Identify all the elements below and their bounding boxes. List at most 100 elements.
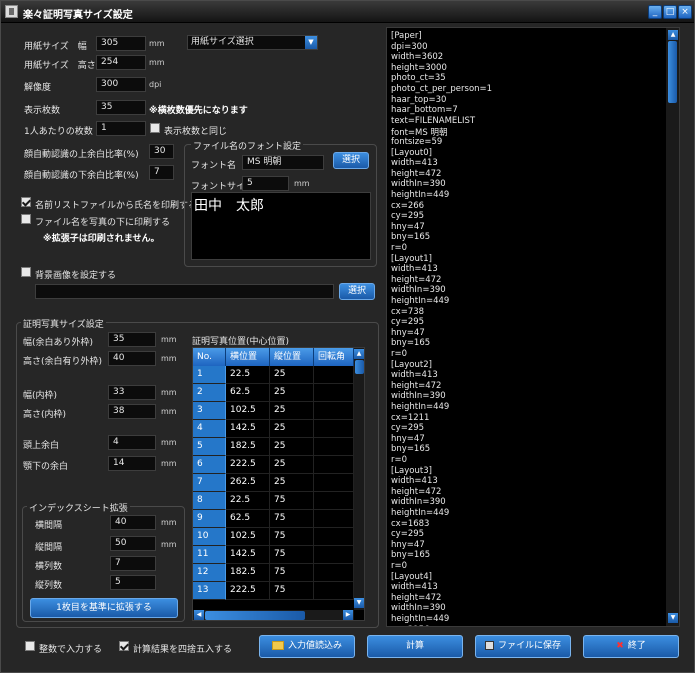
font-size-input[interactable]: 5 <box>242 176 289 191</box>
col-header-rotation[interactable]: 回転角 <box>314 348 354 366</box>
h-spacing-input[interactable]: 40 <box>110 515 156 530</box>
row-number-cell[interactable]: 13 <box>193 582 226 600</box>
textarea-vscroll-thumb[interactable] <box>668 41 677 103</box>
load-input-button[interactable]: 入力値読込み <box>259 635 355 658</box>
row-number-cell[interactable]: 9 <box>193 510 226 528</box>
x-position-cell[interactable]: 262.5 <box>226 474 270 492</box>
table-row[interactable]: 5 182.5 25 <box>193 438 354 456</box>
x-position-cell[interactable]: 62.5 <box>226 510 270 528</box>
y-position-cell[interactable]: 25 <box>270 438 314 456</box>
table-row[interactable]: 1 22.5 25 <box>193 366 354 384</box>
table-hscroll-thumb[interactable] <box>205 611 305 620</box>
col-header-x[interactable]: 横位置 <box>226 348 270 366</box>
face-bottom-input[interactable]: 7 <box>149 165 174 180</box>
table-row[interactable]: 8 22.5 75 <box>193 492 354 510</box>
minimize-button[interactable]: _ <box>648 5 662 19</box>
paper-size-select[interactable]: 用紙サイズ選択 ▼ <box>187 35 318 50</box>
x-position-cell[interactable]: 102.5 <box>226 528 270 546</box>
x-position-cell[interactable]: 22.5 <box>226 366 270 384</box>
head-margin-input[interactable]: 4 <box>108 435 156 450</box>
table-row[interactable]: 9 62.5 75 <box>193 510 354 528</box>
row-number-cell[interactable]: 1 <box>193 366 226 384</box>
y-position-cell[interactable]: 75 <box>270 564 314 582</box>
row-number-cell[interactable]: 6 <box>193 456 226 474</box>
col-header-no[interactable]: No. <box>193 348 226 366</box>
per-person-input[interactable]: 1 <box>96 121 146 136</box>
v-spacing-input[interactable]: 50 <box>110 536 156 551</box>
x-position-cell[interactable]: 142.5 <box>226 420 270 438</box>
rotation-cell[interactable] <box>314 528 354 546</box>
exit-button[interactable]: ✖ 終了 <box>583 635 679 658</box>
table-hscrollbar[interactable]: ◀ ▶ <box>193 610 354 620</box>
x-position-cell[interactable]: 182.5 <box>226 438 270 456</box>
y-position-cell[interactable]: 25 <box>270 456 314 474</box>
y-position-cell[interactable]: 75 <box>270 528 314 546</box>
face-top-input[interactable]: 30 <box>149 144 174 159</box>
print-filename-checkbox[interactable] <box>21 214 31 224</box>
chevron-down-icon[interactable]: ▼ <box>305 36 317 49</box>
rotation-cell[interactable] <box>314 384 354 402</box>
paper-width-input[interactable]: 305 <box>96 36 146 51</box>
rotation-cell[interactable] <box>314 510 354 528</box>
maximize-button[interactable]: □ <box>663 5 677 19</box>
row-number-cell[interactable]: 12 <box>193 564 226 582</box>
bg-image-checkbox[interactable] <box>21 267 31 277</box>
paper-height-input[interactable]: 254 <box>96 55 146 70</box>
table-row[interactable]: 13 222.5 75 <box>193 582 354 600</box>
scroll-up-icon[interactable]: ▲ <box>354 349 364 359</box>
rotation-cell[interactable] <box>314 564 354 582</box>
rotation-cell[interactable] <box>314 492 354 510</box>
cols-input[interactable]: 7 <box>110 556 156 571</box>
font-select-button[interactable]: 選択 <box>333 152 369 169</box>
row-number-cell[interactable]: 4 <box>193 420 226 438</box>
rotation-cell[interactable] <box>314 582 354 600</box>
bg-image-path-input[interactable] <box>35 284 334 299</box>
col-header-y[interactable]: 縦位置 <box>270 348 314 366</box>
round-checkbox[interactable] <box>119 641 129 651</box>
table-row[interactable]: 3 102.5 25 <box>193 402 354 420</box>
title-bar[interactable]: 楽々証明写真サイズ設定 _ □ × <box>1 1 694 23</box>
chin-margin-input[interactable]: 14 <box>108 456 156 471</box>
scroll-left-icon[interactable]: ◀ <box>194 610 204 620</box>
x-position-cell[interactable]: 182.5 <box>226 564 270 582</box>
table-row[interactable]: 11 142.5 75 <box>193 546 354 564</box>
y-position-cell[interactable]: 25 <box>270 366 314 384</box>
table-vscrollbar[interactable]: ▲ ▼ <box>354 348 364 610</box>
table-row[interactable]: 4 142.5 25 <box>193 420 354 438</box>
table-row[interactable]: 6 222.5 25 <box>193 456 354 474</box>
textarea-vscrollbar[interactable]: ▲ ▼ <box>666 28 679 626</box>
row-number-cell[interactable]: 2 <box>193 384 226 402</box>
position-table[interactable]: No. 横位置 縦位置 回転角 1 22.5 25 2 62.5 25 3 102.5 25 4 1… <box>192 347 365 621</box>
table-row[interactable]: 10 102.5 75 <box>193 528 354 546</box>
dpi-input[interactable]: 300 <box>96 77 146 92</box>
table-vscroll-thumb[interactable] <box>355 360 364 374</box>
row-number-cell[interactable]: 3 <box>193 402 226 420</box>
row-number-cell[interactable]: 8 <box>193 492 226 510</box>
outer-width-input[interactable]: 35 <box>108 332 156 347</box>
x-position-cell[interactable]: 62.5 <box>226 384 270 402</box>
rotation-cell[interactable] <box>314 438 354 456</box>
y-position-cell[interactable]: 25 <box>270 402 314 420</box>
y-position-cell[interactable]: 75 <box>270 492 314 510</box>
y-position-cell[interactable]: 75 <box>270 582 314 600</box>
inner-width-input[interactable]: 33 <box>108 385 156 400</box>
row-number-cell[interactable]: 11 <box>193 546 226 564</box>
inner-height-input[interactable]: 38 <box>108 404 156 419</box>
y-position-cell[interactable]: 75 <box>270 546 314 564</box>
row-number-cell[interactable]: 7 <box>193 474 226 492</box>
y-position-cell[interactable]: 25 <box>270 384 314 402</box>
x-position-cell[interactable]: 222.5 <box>226 456 270 474</box>
integer-input-checkbox[interactable] <box>25 641 35 651</box>
close-button[interactable]: × <box>678 5 692 19</box>
y-position-cell[interactable]: 25 <box>270 474 314 492</box>
scroll-down-icon[interactable]: ▼ <box>668 613 678 623</box>
rotation-cell[interactable] <box>314 366 354 384</box>
rotation-cell[interactable] <box>314 474 354 492</box>
save-file-button[interactable]: ファイルに保存 <box>475 635 571 658</box>
display-count-input[interactable]: 35 <box>96 100 146 115</box>
scroll-right-icon[interactable]: ▶ <box>343 610 353 620</box>
bg-image-select-button[interactable]: 選択 <box>339 283 375 300</box>
x-position-cell[interactable]: 142.5 <box>226 546 270 564</box>
table-row[interactable]: 12 182.5 75 <box>193 564 354 582</box>
y-position-cell[interactable]: 75 <box>270 510 314 528</box>
